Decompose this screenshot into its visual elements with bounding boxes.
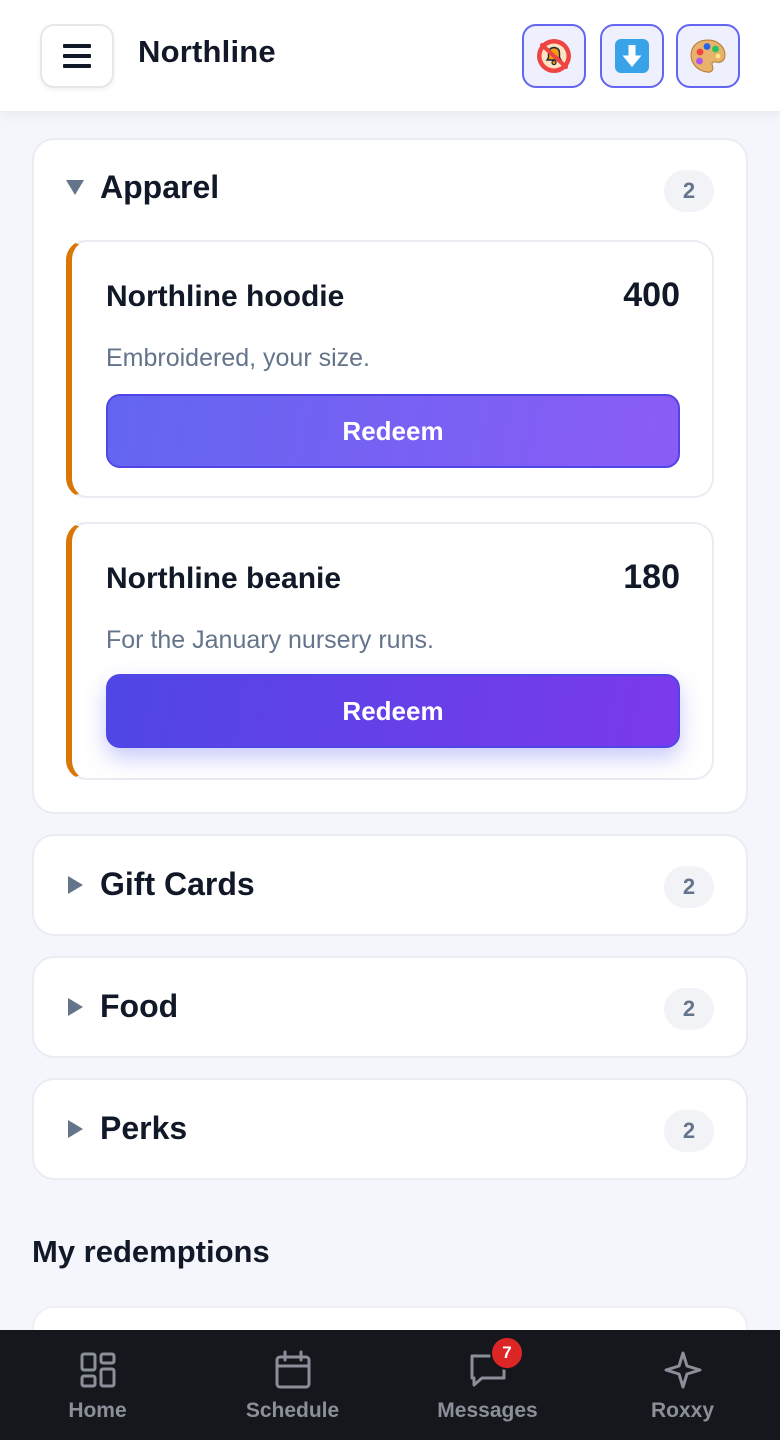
mute-notifications-button[interactable] (522, 24, 586, 88)
top-header: Northline (0, 0, 780, 112)
redeem-button[interactable]: Redeem (106, 674, 680, 748)
grid-icon (80, 1352, 116, 1388)
category-count-badge: 2 (664, 866, 714, 908)
category-food[interactable]: Food 2 (32, 956, 748, 1058)
reward-description: Embroidered, your size. (106, 344, 371, 372)
redemptions-list (32, 1306, 748, 1330)
category-apparel: Apparel 2 Northline hoodie 400 Embroider… (32, 138, 748, 814)
redeem-button[interactable]: Redeem (106, 394, 680, 468)
category-header-food[interactable]: Food 2 (34, 958, 746, 1056)
category-perks[interactable]: Perks 2 (32, 1078, 748, 1180)
menu-button[interactable] (40, 24, 114, 88)
category-header-apparel[interactable]: Apparel 2 (34, 140, 746, 238)
rewards-content: Apparel 2 Northline hoodie 400 Embroider… (0, 112, 780, 1330)
nav-label: Roxxy (650, 1399, 715, 1422)
my-redemptions-heading: My redemptions (32, 1234, 270, 1269)
reward-card: Northline beanie 180 For the January nur… (66, 522, 714, 780)
category-name: Food (100, 988, 179, 1024)
nav-item-home[interactable]: Home (0, 1330, 195, 1440)
app-title: Northline (138, 34, 276, 69)
caret-right-icon (64, 1118, 86, 1140)
reward-name: Northline hoodie (106, 280, 345, 313)
category-count-badge: 2 (664, 988, 714, 1030)
nav-label: Messages (437, 1399, 538, 1422)
reward-points: 180 (623, 558, 680, 596)
download-button[interactable] (600, 24, 664, 88)
category-name: Gift Cards (100, 866, 255, 902)
sparkle-icon (664, 1351, 702, 1389)
nav-item-messages[interactable]: 7 Messages (390, 1330, 585, 1440)
palette-icon (690, 39, 726, 73)
category-name: Perks (100, 1110, 188, 1146)
nav-item-schedule[interactable]: Schedule (195, 1330, 390, 1440)
nav-item-roxxy[interactable]: Roxxy (585, 1330, 780, 1440)
reward-name: Northline beanie (106, 562, 342, 595)
caret-right-icon (64, 874, 86, 896)
category-header-perks[interactable]: Perks 2 (34, 1080, 746, 1178)
nav-label: Home (68, 1399, 127, 1422)
mute-notifications-icon (537, 39, 571, 73)
reward-points: 400 (623, 276, 680, 314)
bottom-navigation: Home Schedule 7 Messages Roxxy (0, 1330, 780, 1440)
caret-down-icon (64, 176, 86, 198)
category-count-badge: 2 (664, 1110, 714, 1152)
reward-description: For the January nursery runs. (106, 626, 434, 654)
category-name: Apparel (100, 169, 220, 205)
hamburger-icon (63, 44, 91, 68)
caret-right-icon (64, 996, 86, 1018)
category-gift-cards[interactable]: Gift Cards 2 (32, 834, 748, 936)
download-icon (615, 39, 649, 73)
reward-card: Northline hoodie 400 Embroidered, your s… (66, 240, 714, 498)
app-root: Northline Apparel 2 Northline hoodie 400… (0, 0, 780, 1440)
messages-count-badge: 7 (490, 1336, 524, 1370)
category-header-gift-cards[interactable]: Gift Cards 2 (34, 836, 746, 934)
nav-label: Schedule (245, 1399, 340, 1422)
palette-button[interactable] (676, 24, 740, 88)
category-count-badge: 2 (664, 170, 714, 212)
calendar-icon (275, 1350, 311, 1389)
